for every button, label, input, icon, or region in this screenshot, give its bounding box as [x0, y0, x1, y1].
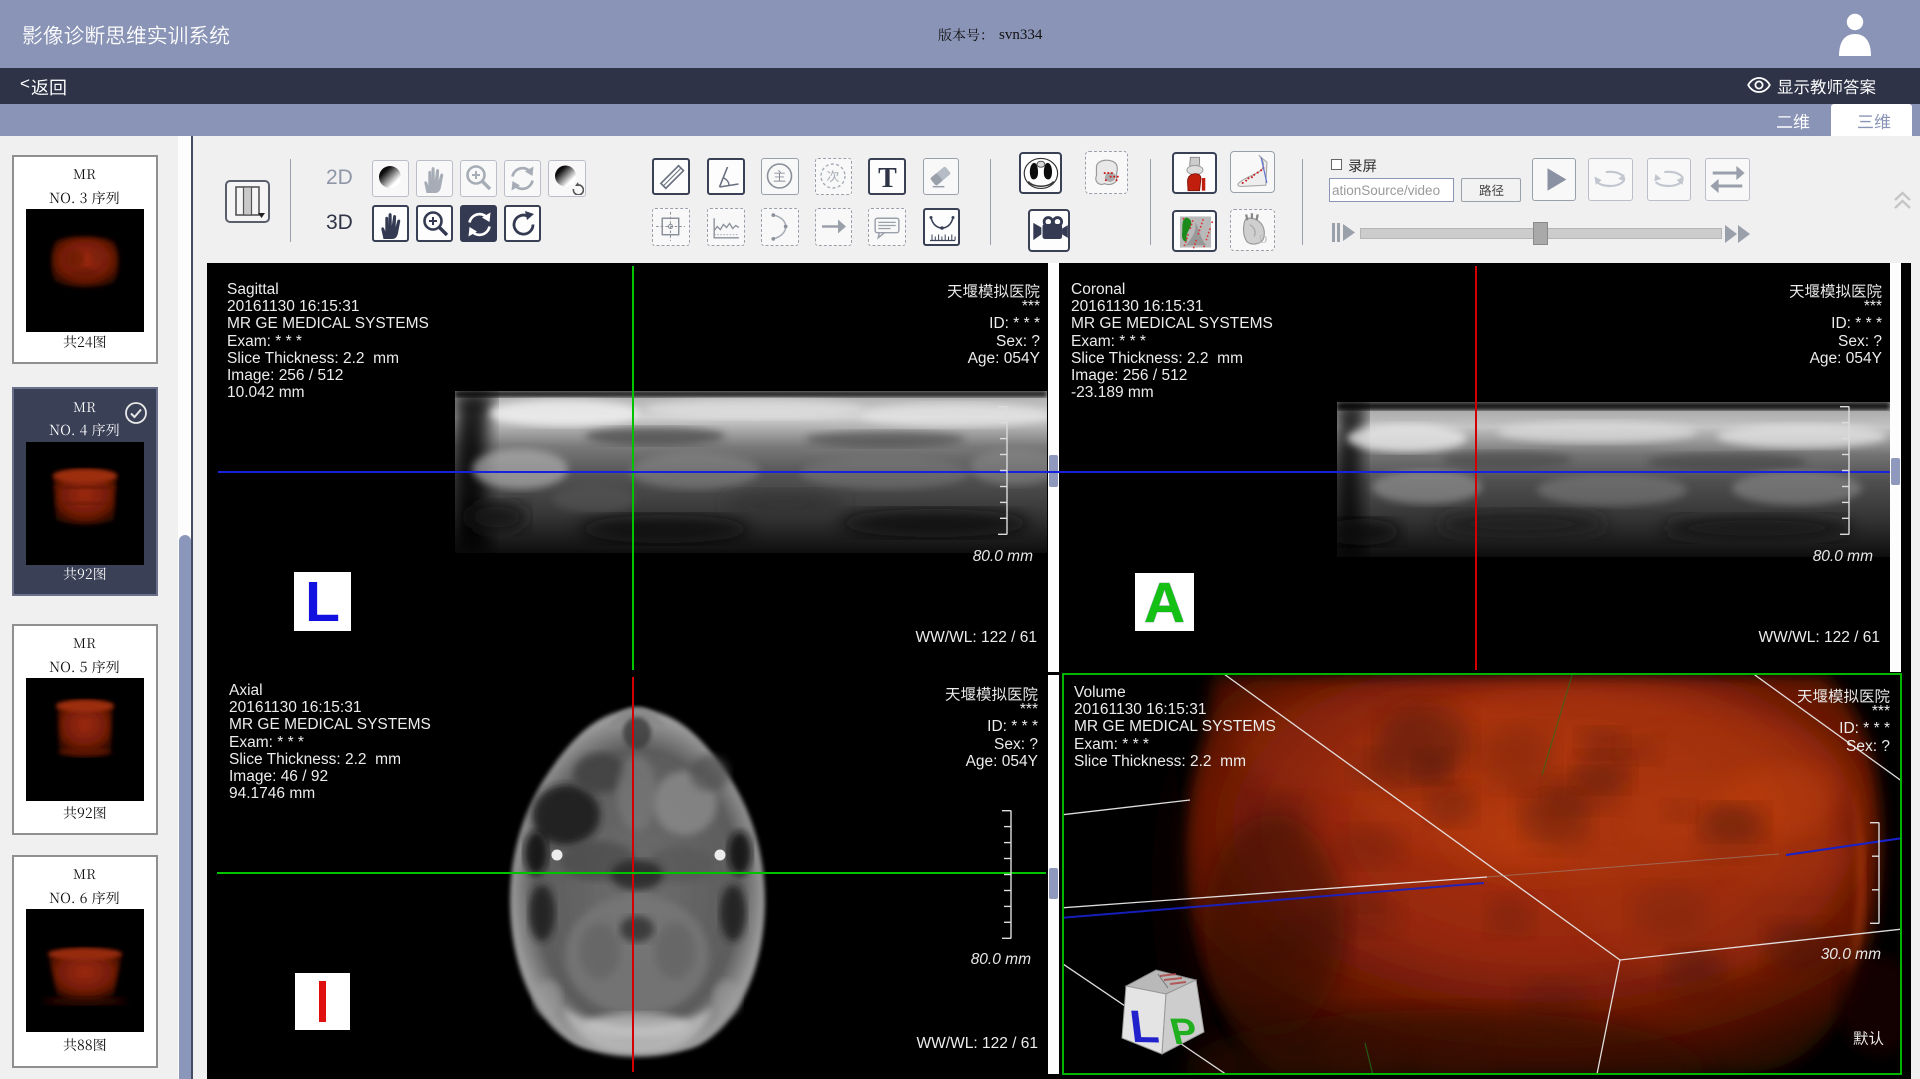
- svg-text:T: T: [878, 163, 897, 194]
- svg-text:D: D: [1259, 234, 1267, 246]
